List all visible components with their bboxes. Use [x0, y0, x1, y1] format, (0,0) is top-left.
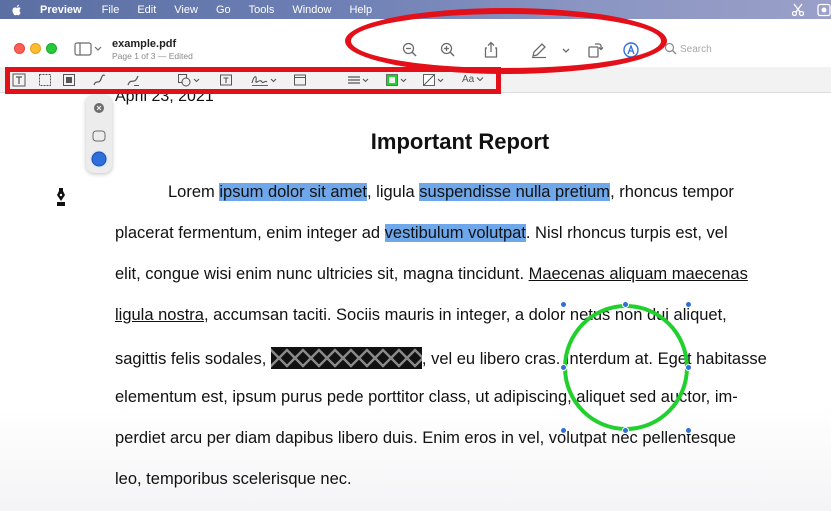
zoom-window-button[interactable]	[46, 43, 57, 54]
body-text: leo, temporibus scelerisque nec.	[115, 470, 352, 488]
underlined-text: Maecenas aliquam maecenas	[528, 265, 748, 283]
search-input[interactable]	[680, 41, 820, 57]
highlighted-text: suspendisse nulla pretium	[419, 183, 611, 201]
body-text: . Nisl rhoncus turpis est, vel	[525, 224, 728, 242]
rounded-rectangle-shape-icon[interactable]	[92, 130, 106, 142]
close-window-button[interactable]	[14, 43, 25, 54]
body-text: perdiet arcu per diam dapibus libero dui…	[115, 429, 736, 447]
document-page[interactable]: April 23, 2021 Important Report Lorem ip…	[0, 93, 831, 511]
red-highlight-ellipse	[345, 8, 667, 74]
body-text: placerat fermentum, enim integer ad	[115, 224, 385, 242]
resize-handle[interactable]	[560, 364, 567, 371]
minimize-window-button[interactable]	[30, 43, 41, 54]
search-field[interactable]	[662, 39, 831, 59]
document-title: example.pdf	[112, 38, 177, 50]
green-circle-annotation[interactable]	[563, 304, 689, 431]
menu-edit[interactable]: Edit	[137, 4, 156, 16]
red-highlight-rectangle	[5, 67, 501, 94]
resize-handle[interactable]	[560, 427, 567, 434]
shape-style-popover	[86, 95, 112, 173]
close-icon[interactable]	[94, 103, 104, 113]
body-text-line: elit, congue wisi enim nunc ultricies si…	[115, 265, 748, 284]
body-text-line: leo, temporibus scelerisque nec.	[115, 470, 352, 489]
menu-go[interactable]: Go	[216, 4, 231, 16]
body-text: sagittis felis sodales,	[115, 350, 271, 368]
menu-tools[interactable]: Tools	[249, 4, 275, 16]
document-subtitle: Page 1 of 3 — Edited	[112, 51, 193, 61]
resize-handle[interactable]	[622, 301, 629, 308]
document-date: April 23, 2021	[115, 93, 214, 105]
body-text-line: placerat fermentum, enim integer ad vest…	[115, 224, 728, 243]
sidebar-toggle-icon[interactable]	[74, 41, 104, 57]
resize-handle[interactable]	[685, 364, 692, 371]
menu-window[interactable]: Window	[292, 4, 331, 16]
scissors-icon[interactable]	[791, 3, 805, 17]
body-text: elit, congue wisi enim nunc ultricies si…	[115, 265, 529, 283]
redacted-text	[270, 347, 422, 369]
resize-handle[interactable]	[685, 427, 692, 434]
pen-cursor-icon	[57, 188, 65, 206]
resize-handle[interactable]	[685, 301, 692, 308]
oval-shape-icon[interactable]	[90, 150, 108, 168]
highlighted-text: ipsum dolor sit amet	[219, 183, 367, 201]
body-text-line: Lorem ipsum dolor sit amet, ligula suspe…	[168, 183, 734, 202]
resize-handle[interactable]	[622, 427, 629, 434]
menu-file[interactable]: File	[102, 4, 120, 16]
underlined-text: ligula nostra	[115, 306, 204, 324]
body-text: Lorem	[168, 183, 220, 201]
menu-help[interactable]: Help	[349, 4, 372, 16]
report-title: Important Report	[370, 129, 550, 154]
menu-view[interactable]: View	[174, 4, 198, 16]
screen-record-icon[interactable]	[817, 3, 831, 17]
body-text: , ligula	[367, 183, 420, 201]
body-text: , rhoncus tempor	[610, 183, 734, 201]
highlighted-text: vestibulum volutpat	[384, 224, 526, 242]
resize-handle[interactable]	[560, 301, 567, 308]
menu-preview[interactable]: Preview	[40, 4, 82, 16]
apple-menu-icon[interactable]	[10, 3, 24, 17]
body-text-line: perdiet arcu per diam dapibus libero dui…	[115, 429, 736, 448]
